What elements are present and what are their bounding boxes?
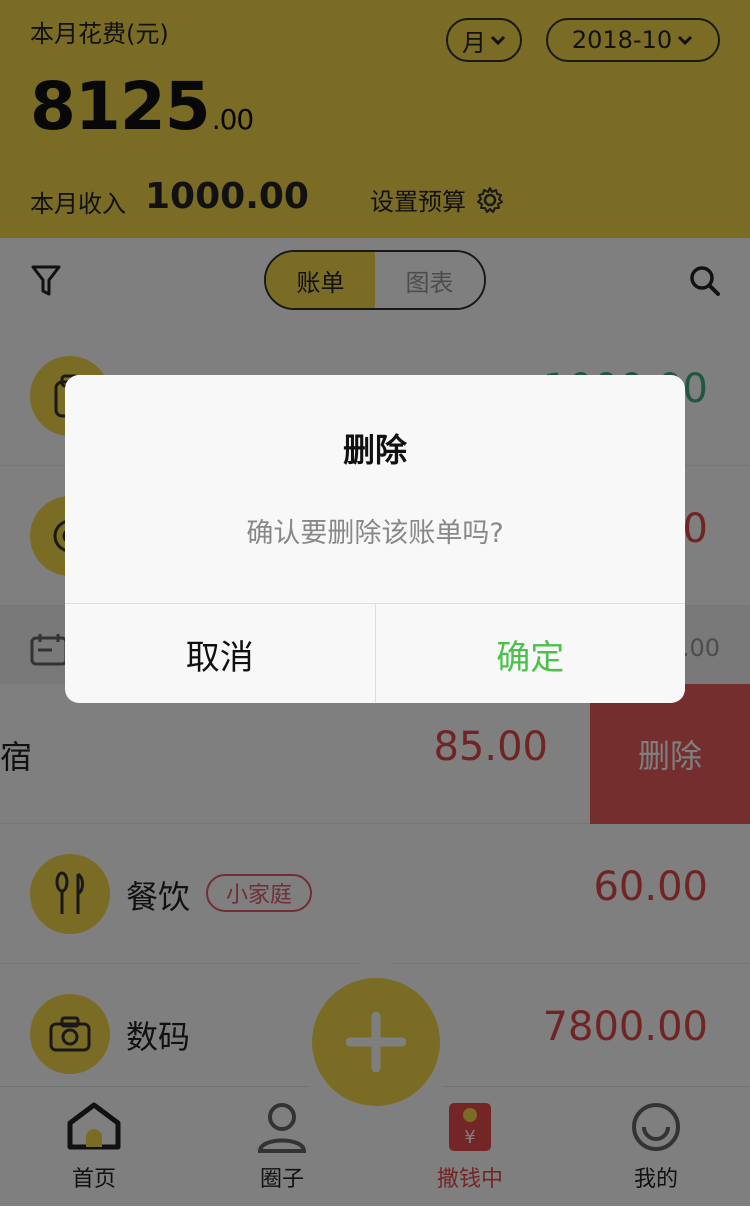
confirm-button[interactable]: 确定 [376,604,686,703]
dialog-actions: 取消 确定 [65,603,685,703]
cancel-button[interactable]: 取消 [65,604,376,703]
dialog-message: 确认要删除该账单吗? [246,518,504,549]
dialog-title: 删除 [342,431,407,469]
delete-confirm-dialog: 删除 确认要删除该账单吗? 取消 确定 [65,375,685,703]
